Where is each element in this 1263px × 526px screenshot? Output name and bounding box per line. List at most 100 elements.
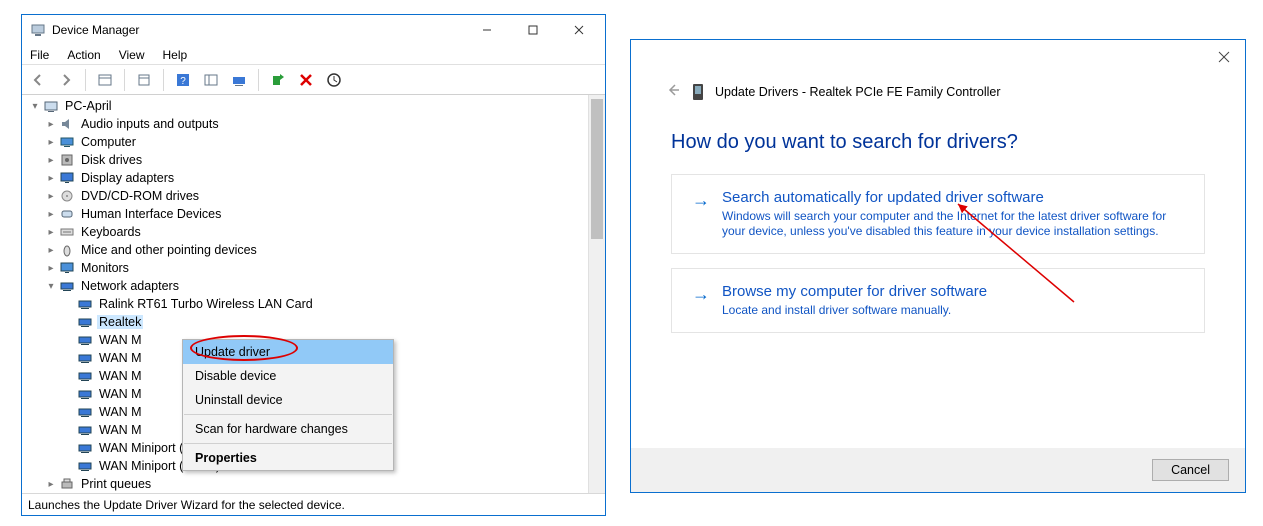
- net-icon: [77, 458, 93, 474]
- window-title: Device Manager: [52, 23, 473, 37]
- cdrom-icon: [59, 188, 75, 204]
- tree-category-disk[interactable]: ▸ Disk drives: [28, 151, 605, 169]
- tree-item-label: Ralink RT61 Turbo Wireless LAN Card: [97, 297, 315, 311]
- tree-item-label: WAN M: [97, 369, 144, 383]
- tree-category-printer[interactable]: ▸ Print queues: [28, 475, 605, 493]
- chevron-right-icon[interactable]: ▸: [44, 225, 58, 239]
- tree-category-mouse[interactable]: ▸ Mice and other pointing devices: [28, 241, 605, 259]
- chevron-right-icon[interactable]: ▸: [44, 153, 58, 167]
- wizard-header-text: Update Drivers - Realtek PCIe FE Family …: [715, 85, 1001, 99]
- vertical-scrollbar[interactable]: [588, 95, 605, 493]
- mouse-icon: [59, 242, 75, 258]
- wizard-close-button[interactable]: [1209, 46, 1239, 68]
- arrow-icon: →: [692, 191, 710, 239]
- wizard-header: Update Drivers - Realtek PCIe FE Family …: [631, 40, 1245, 111]
- chevron-right-icon[interactable]: ▸: [44, 117, 58, 131]
- tree-item-label: WAN M: [97, 387, 144, 401]
- tree-item-label: Disk drives: [79, 153, 144, 167]
- context-update-driver[interactable]: Update driver: [183, 340, 393, 364]
- minimize-button[interactable]: [473, 20, 501, 40]
- tree-item-label: Realtek: [97, 315, 143, 329]
- option-browse-computer[interactable]: → Browse my computer for driver software…: [671, 268, 1205, 333]
- tree-item-label: Network adapters: [79, 279, 181, 293]
- net-icon: [77, 404, 93, 420]
- tree-item-label: WAN M: [97, 351, 144, 365]
- tree-category-cdrom[interactable]: ▸ DVD/CD-ROM drives: [28, 187, 605, 205]
- tree-item-label: Audio inputs and outputs: [79, 117, 221, 131]
- tree-item-label: Computer: [79, 135, 138, 149]
- tree-category-audio[interactable]: ▸ Audio inputs and outputs: [28, 115, 605, 133]
- menu-file[interactable]: File: [28, 47, 51, 63]
- net-icon: [77, 332, 93, 348]
- disk-icon: [59, 152, 75, 168]
- tree-item-label: WAN M: [97, 333, 144, 347]
- back-button[interactable]: [26, 68, 50, 92]
- hid-icon: [59, 206, 75, 222]
- tree-item-label: Human Interface Devices: [79, 207, 223, 221]
- monitor-icon: [59, 260, 75, 276]
- update-driver-toolbar-button[interactable]: [227, 68, 251, 92]
- device-manager-icon: [30, 22, 46, 38]
- action-center-button[interactable]: [199, 68, 223, 92]
- net-icon: [77, 386, 93, 402]
- option-title: Search automatically for updated driver …: [722, 189, 1188, 206]
- maximize-button[interactable]: [519, 20, 547, 40]
- tree-item-label: DVD/CD-ROM drives: [79, 189, 201, 203]
- wizard-footer: Cancel: [631, 448, 1245, 492]
- net-icon: [77, 368, 93, 384]
- chevron-right-icon[interactable]: ▸: [44, 261, 58, 275]
- chevron-right-icon[interactable]: ▸: [44, 243, 58, 257]
- cancel-button[interactable]: Cancel: [1152, 459, 1229, 481]
- net-icon: [77, 422, 93, 438]
- statusbar: Launches the Update Driver Wizard for th…: [22, 493, 605, 515]
- tree-device[interactable]: Realtek: [28, 313, 605, 331]
- option-search-automatically[interactable]: → Search automatically for updated drive…: [671, 174, 1205, 254]
- help-toolbar-button[interactable]: ?: [171, 68, 195, 92]
- tree-root[interactable]: ▾PC-April: [28, 97, 605, 115]
- tree-category-display[interactable]: ▸Display adapters: [28, 169, 605, 187]
- update-drivers-wizard: Update Drivers - Realtek PCIe FE Family …: [630, 39, 1246, 493]
- wizard-question: How do you want to search for drivers?: [671, 131, 1205, 154]
- menu-action[interactable]: Action: [65, 47, 102, 63]
- context-scan-hardware[interactable]: Scan for hardware changes: [183, 417, 393, 441]
- net-icon: [77, 314, 93, 330]
- audio-icon: [59, 116, 75, 132]
- device-icon: [691, 83, 705, 101]
- tree-item-label: Keyboards: [79, 225, 143, 239]
- arrow-icon: →: [692, 285, 710, 318]
- tree-item-label: Print queues: [79, 477, 153, 491]
- tree-category-keyboard[interactable]: ▸ Keyboards: [28, 223, 605, 241]
- wizard-back-button[interactable]: [665, 82, 681, 101]
- option-title: Browse my computer for driver software: [722, 283, 987, 300]
- context-uninstall[interactable]: Uninstall device: [183, 388, 393, 412]
- chevron-right-icon[interactable]: ▸: [44, 207, 58, 221]
- printer-icon: [59, 476, 75, 492]
- chevron-down-icon[interactable]: ▾: [28, 99, 42, 113]
- menu-view[interactable]: View: [117, 47, 147, 63]
- chevron-right-icon[interactable]: ▸: [44, 171, 58, 185]
- tree-category-computer[interactable]: ▸ Computer: [28, 133, 605, 151]
- tree-category-net[interactable]: ▾ Network adapters: [28, 277, 605, 295]
- tree-category-hid[interactable]: ▸ Human Interface Devices: [28, 205, 605, 223]
- tree-item-label: Mice and other pointing devices: [79, 243, 259, 257]
- context-properties[interactable]: Properties: [183, 446, 393, 470]
- forward-button[interactable]: [54, 68, 78, 92]
- properties-toolbar-button[interactable]: [132, 68, 156, 92]
- context-disable-device[interactable]: Disable device: [183, 364, 393, 388]
- titlebar[interactable]: Device Manager: [22, 15, 605, 45]
- enable-device-button[interactable]: [266, 68, 290, 92]
- tree-category-monitor[interactable]: ▸ Monitors: [28, 259, 605, 277]
- uninstall-toolbar-button[interactable]: [294, 68, 318, 92]
- chevron-right-icon[interactable]: ▸: [44, 135, 58, 149]
- menu-help[interactable]: Help: [161, 47, 190, 63]
- show-hide-tree-button[interactable]: [93, 68, 117, 92]
- chevron-right-icon[interactable]: ▸: [44, 477, 58, 491]
- tree-item-label: WAN M: [97, 405, 144, 419]
- scan-hardware-button[interactable]: [322, 68, 346, 92]
- tree-item-label: Monitors: [79, 261, 131, 275]
- close-button[interactable]: [565, 20, 593, 40]
- chevron-down-icon[interactable]: ▾: [44, 279, 58, 293]
- option-desc: Windows will search your computer and th…: [722, 209, 1188, 239]
- chevron-right-icon[interactable]: ▸: [44, 189, 58, 203]
- tree-device[interactable]: Ralink RT61 Turbo Wireless LAN Card: [28, 295, 605, 313]
